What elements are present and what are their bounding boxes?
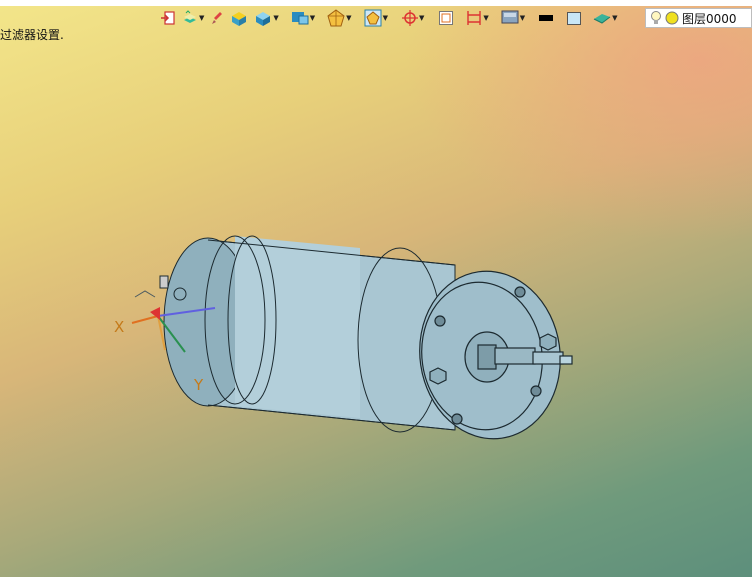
motor-model[interactable] <box>0 0 752 577</box>
x-axis-label: X <box>114 318 125 336</box>
motor-body <box>163 235 456 433</box>
y-axis-label: Y <box>194 376 204 394</box>
